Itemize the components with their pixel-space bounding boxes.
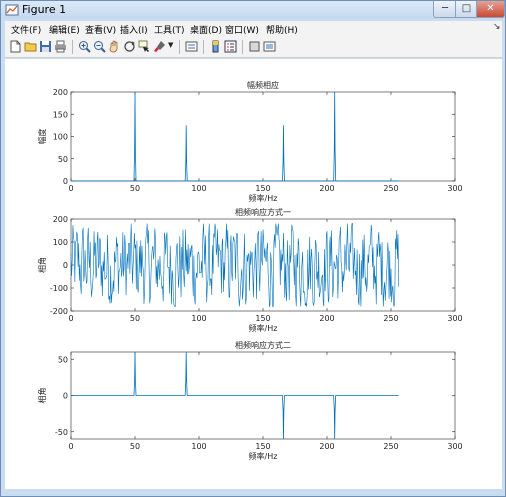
- axes-title-3: 相频响应方式二: [235, 340, 291, 350]
- y-tick-label: 150: [53, 110, 68, 119]
- pan-icon[interactable]: [108, 40, 121, 53]
- insert-legend-icon[interactable]: [224, 40, 237, 53]
- plots-svg: 0 50 100 150 200 250 300 0 50 100 150 200 幅频相应频率/Hz 幅…: [37, 80, 463, 461]
- x-tick-label: 0: [68, 184, 73, 193]
- menu-overflow-icon[interactable]: ↘: [493, 22, 501, 32]
- x-tick-label: 0: [68, 314, 73, 323]
- axes-title-2: 相频响应方式一: [235, 207, 291, 217]
- x-tick-label: 150: [255, 314, 270, 323]
- y-tick-label: 50: [58, 155, 68, 164]
- toolbar-separator: [72, 40, 73, 54]
- x-tick-label: 300: [447, 442, 462, 451]
- y-tick-label: -50: [55, 428, 68, 437]
- y-axis-label-2: 相角: [37, 257, 47, 273]
- maximize-button[interactable]: □: [455, 1, 478, 18]
- y-tick-label: -200: [50, 307, 68, 316]
- menu-file[interactable]: 文件(F): [11, 23, 41, 36]
- toolbar-separator: [242, 40, 243, 54]
- x-tick-label: 150: [255, 442, 270, 451]
- x-tick-label: 300: [447, 184, 462, 193]
- hide-plot-tools-icon[interactable]: [248, 40, 261, 53]
- figure-window: Figure 1 ─ □ ✕ 文件(F) 编辑(E) 查看(V) 插入(I) 工…: [0, 0, 506, 497]
- y-tick-label: 50: [58, 355, 68, 364]
- x-tick-label: 50: [130, 442, 140, 451]
- y-tick-label: 0: [63, 261, 68, 270]
- x-tick-label: 250: [383, 184, 398, 193]
- y-tick-label: 100: [53, 133, 68, 142]
- y-tick-label: 0: [63, 392, 68, 401]
- y-axis-label-1: 幅度: [37, 129, 47, 145]
- y-tick-label: 200: [53, 215, 68, 224]
- menu-tools[interactable]: 工具(T): [154, 23, 185, 36]
- x-axis-label-2: 频率/Hz: [249, 323, 278, 333]
- y-tick-label: 200: [53, 88, 68, 97]
- x-tick-label: 200: [319, 184, 334, 193]
- x-tick-label: 250: [383, 442, 398, 451]
- x-tick-label: 0: [68, 442, 73, 451]
- matlab-figure-icon: [5, 4, 19, 16]
- save-icon[interactable]: [39, 40, 52, 53]
- show-plot-tools-icon[interactable]: [263, 40, 276, 53]
- menu-help[interactable]: 帮助(H): [266, 23, 298, 36]
- link-plot-icon[interactable]: [185, 40, 198, 53]
- x-tick-label: 200: [319, 314, 334, 323]
- axes-box-1: [70, 91, 456, 182]
- x-tick-label: 100: [191, 314, 206, 323]
- x-tick-label: 50: [130, 314, 140, 323]
- menu-desktop[interactable]: 桌面(D): [190, 23, 222, 36]
- window-title: Figure 1: [22, 3, 67, 16]
- figure-canvas[interactable]: 0 50 100 150 200 250 300 0 50 100 150 200 幅频相应频率/Hz 幅…: [5, 59, 502, 489]
- rotate-3d-icon[interactable]: [123, 40, 136, 53]
- menu-bar: 文件(F) 编辑(E) 查看(V) 插入(I) 工具(T) 桌面(D) 窗口(W…: [5, 21, 502, 37]
- data-cursor-icon[interactable]: [138, 40, 151, 53]
- x-axis-label-1: 频率/Hz: [249, 193, 278, 203]
- close-button[interactable]: ✕: [476, 1, 505, 18]
- brush-icon[interactable]: [153, 40, 166, 53]
- x-tick-label: 100: [191, 442, 206, 451]
- menu-edit[interactable]: 编辑(E): [49, 23, 80, 36]
- x-axis-label-3: 频率/Hz: [249, 451, 278, 461]
- zoom-in-icon[interactable]: [78, 40, 91, 53]
- insert-colorbar-icon[interactable]: [209, 40, 222, 53]
- title-bar[interactable]: Figure 1 ─ □ ✕: [1, 1, 505, 19]
- new-figure-icon[interactable]: [9, 40, 22, 53]
- brush-dropdown-icon[interactable]: ▼: [168, 41, 173, 49]
- x-tick-label: 250: [383, 314, 398, 323]
- figure-toolbar: ▼: [5, 37, 502, 58]
- x-tick-label: 300: [447, 314, 462, 323]
- open-file-icon[interactable]: [24, 40, 37, 53]
- y-tick-label: 100: [53, 238, 68, 247]
- toolbar-separator: [203, 40, 204, 54]
- toolbar-separator: [179, 40, 180, 54]
- y-tick-label: -100: [50, 284, 68, 293]
- y-tick-label: 0: [63, 177, 68, 186]
- print-icon[interactable]: [54, 40, 67, 53]
- x-tick-label: 50: [130, 184, 140, 193]
- x-tick-label: 100: [191, 184, 206, 193]
- menu-window[interactable]: 窗口(W): [225, 23, 259, 36]
- x-tick-label: 150: [255, 184, 270, 193]
- y-axis-label-3: 相角: [37, 388, 47, 404]
- menu-insert[interactable]: 插入(I): [120, 23, 148, 36]
- x-tick-label: 200: [319, 442, 334, 451]
- minimize-button[interactable]: ─: [433, 1, 457, 18]
- zoom-out-icon[interactable]: [93, 40, 106, 53]
- menu-view[interactable]: 查看(V): [85, 23, 116, 36]
- axes-title-1: 幅频相应: [247, 80, 279, 90]
